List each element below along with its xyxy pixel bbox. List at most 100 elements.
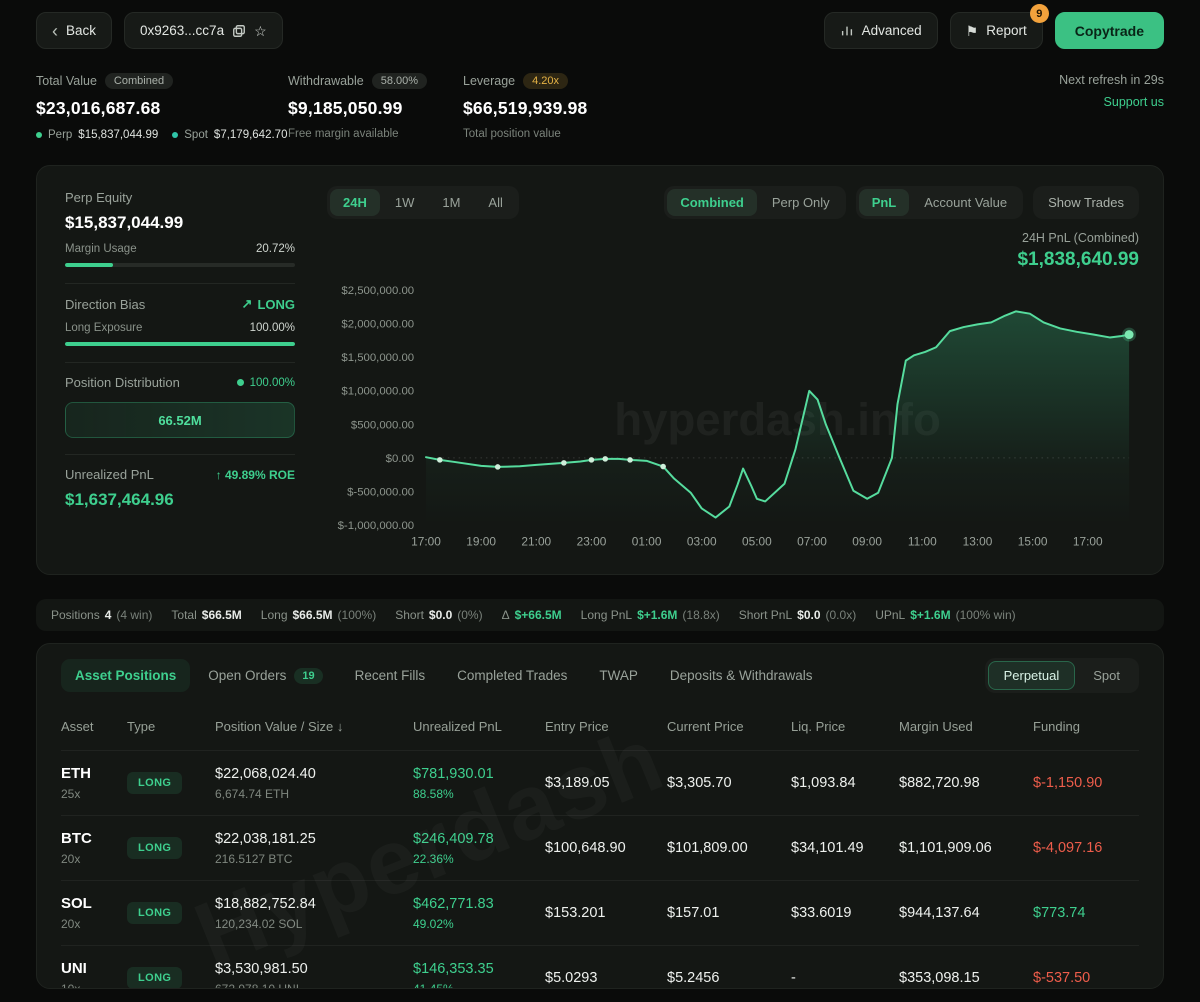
time-tab-1w[interactable]: 1W [382, 189, 428, 216]
position-value-cell: $22,068,024.406,674.74 ETH [215, 751, 413, 816]
copytrade-button[interactable]: Copytrade [1055, 12, 1164, 49]
column-header-label: Liq. Price [791, 719, 845, 734]
distribution-segment[interactable]: 66.52M [65, 402, 295, 438]
summary-value: $0.0 [797, 608, 820, 622]
tab-asset-positions[interactable]: Asset Positions [61, 659, 190, 692]
back-button[interactable]: ‹ Back [36, 12, 112, 49]
tab-open-orders[interactable]: Open Orders19 [194, 659, 336, 693]
type-cell: LONG [127, 816, 215, 881]
summary-value: $0.0 [429, 608, 452, 622]
view-tab-account-value[interactable]: Account Value [911, 189, 1020, 216]
star-icon[interactable]: ☆ [254, 24, 267, 38]
side-badge: LONG [127, 967, 182, 989]
tab-recent-fills[interactable]: Recent Fills [341, 659, 440, 692]
time-tab-label: All [488, 195, 502, 210]
pnl-caption: 24H PnL (Combined) [327, 231, 1139, 245]
position-row-sol[interactable]: SOL20xLONG$18,882,752.84120,234.02 SOL$4… [61, 881, 1139, 946]
wallet-address-pill[interactable]: 0x9263...cc7a ☆ [124, 12, 283, 49]
copy-icon[interactable] [232, 24, 246, 38]
mode-tab-combined[interactable]: Combined [667, 189, 757, 216]
summary-item-short-pnl: Short PnL$0.0(0.0x) [739, 608, 856, 622]
support-us-link[interactable]: Support us [1059, 95, 1164, 109]
tab-label: Completed Trades [457, 668, 567, 683]
entry-price-cell-value: $5.0293 [545, 970, 597, 986]
summary-value: $+66.5M [515, 608, 562, 622]
roe-value: 49.89% ROE [225, 468, 295, 482]
spot-label: Spot [184, 129, 208, 141]
margin-used-cell: $1,101,909.06 [899, 816, 1033, 881]
x-axis-tick: 17:00 [411, 535, 441, 549]
x-axis-tick: 07:00 [797, 535, 827, 549]
tab-completed-trades[interactable]: Completed Trades [443, 659, 581, 692]
pnl-area-chart[interactable]: hyperdash.info$2,500,000.00$2,000,000.00… [327, 273, 1139, 555]
funding-cell: $-1,150.90 [1033, 751, 1139, 816]
advanced-button[interactable]: Advanced [824, 12, 938, 49]
liq-price-cell-value: $34,101.49 [791, 840, 864, 856]
position-row-uni[interactable]: UNI10xLONG$3,530,981.50672,978.10 UNI$14… [61, 946, 1139, 990]
time-tab-label: 24H [343, 195, 367, 210]
account-metrics-sidebar: Perp Equity $15,837,044.99 Margin Usage … [65, 186, 295, 564]
margin-used-cell-value: $353,098.15 [899, 970, 980, 986]
trade-marker-dot [602, 456, 608, 462]
column-header-current-price: Current Price [667, 705, 791, 751]
asset-cell-sub: 25x [61, 787, 119, 801]
time-tab-1m[interactable]: 1M [429, 189, 473, 216]
tab-deposits-withdrawals[interactable]: Deposits & Withdrawals [656, 659, 827, 692]
y-axis-tick: $1,000,000.00 [341, 386, 414, 398]
column-header-position-value-size[interactable]: Position Value / Size ↓ [215, 705, 413, 751]
combined-badge: Combined [105, 73, 173, 89]
column-header-label: Position Value / Size [215, 719, 333, 734]
entry-price-cell: $5.0293 [545, 946, 667, 990]
market-tab-spot[interactable]: Spot [1077, 661, 1136, 690]
current-price-cell-value: $5.2456 [667, 970, 719, 986]
position-row-eth[interactable]: ETH25xLONG$22,068,024.406,674.74 ETH$781… [61, 751, 1139, 816]
table-tab-bar: Asset Positions Open Orders19Recent Fills… [61, 658, 1139, 693]
summary-item-item: Δ$+66.5M [502, 608, 562, 622]
advanced-label: Advanced [862, 23, 922, 38]
positions-table-panel: Asset Positions Open Orders19Recent Fills… [36, 643, 1164, 989]
position-distribution-label: Position Distribution [65, 375, 180, 390]
margin-used-cell-value: $1,101,909.06 [899, 840, 992, 856]
position-row-btc[interactable]: BTC20xLONG$22,038,181.25216.5127 BTC$246… [61, 816, 1139, 881]
mode-tab-label: Combined [680, 195, 744, 210]
long-exposure-bar [65, 342, 295, 346]
market-tab-perpetual[interactable]: Perpetual [988, 661, 1076, 690]
leverage-sub: Total position value [463, 128, 587, 140]
perp-dot [36, 132, 42, 138]
margin-used-cell-value: $944,137.64 [899, 905, 980, 921]
time-tab-all[interactable]: All [475, 189, 515, 216]
report-button[interactable]: ⚑ Report 9 [950, 12, 1043, 49]
summary-label: Total [171, 608, 196, 622]
view-tab-pnl[interactable]: PnL [859, 189, 910, 216]
position-value-cell-sub: 6,674.74 ETH [215, 787, 405, 801]
tab-twap[interactable]: TWAP [585, 659, 652, 692]
summary-item-short: Short$0.0(0%) [395, 608, 482, 622]
column-header-funding: Funding [1033, 705, 1139, 751]
column-header-label: Type [127, 719, 155, 734]
summary-item-positions: Positions4(4 win) [51, 608, 152, 622]
pnl-value: $1,838,640.99 [327, 249, 1139, 271]
time-tab-label: 1M [442, 195, 460, 210]
market-tab-label: Spot [1093, 668, 1120, 683]
side-badge: LONG [127, 837, 182, 859]
stats-right: Next refresh in 29s Support us [1059, 73, 1164, 109]
y-axis-tick: $-500,000.00 [347, 486, 414, 498]
summary-label: Long [261, 608, 288, 622]
perp-spot-breakdown: Perp $15,837,044.99 Spot $7,179,642.70 [36, 129, 288, 141]
y-axis-tick: $0.00 [386, 453, 414, 465]
withdrawable-amount: $9,185,050.99 [288, 98, 463, 119]
chevron-left-icon: ‹ [52, 22, 58, 40]
tab-label: Asset Positions [75, 668, 176, 683]
mode-tab-perp-only[interactable]: Perp Only [759, 189, 843, 216]
asset-cell: UNI10x [61, 946, 127, 990]
asset-cell-main: ETH [61, 765, 119, 782]
show-trades-button[interactable]: Show Trades [1033, 186, 1139, 219]
trade-marker-dot [627, 457, 633, 463]
summary-value: $+1.6M [910, 608, 950, 622]
tab-badge: 19 [294, 668, 322, 684]
mode-tab-label: Perp Only [772, 195, 830, 210]
summary-item-upnl: UPnL$+1.6M(100% win) [875, 608, 1015, 622]
time-tab-24h[interactable]: 24H [330, 189, 380, 216]
sort-desc-icon[interactable]: ↓ [333, 719, 343, 734]
side-badge: LONG [127, 902, 182, 924]
